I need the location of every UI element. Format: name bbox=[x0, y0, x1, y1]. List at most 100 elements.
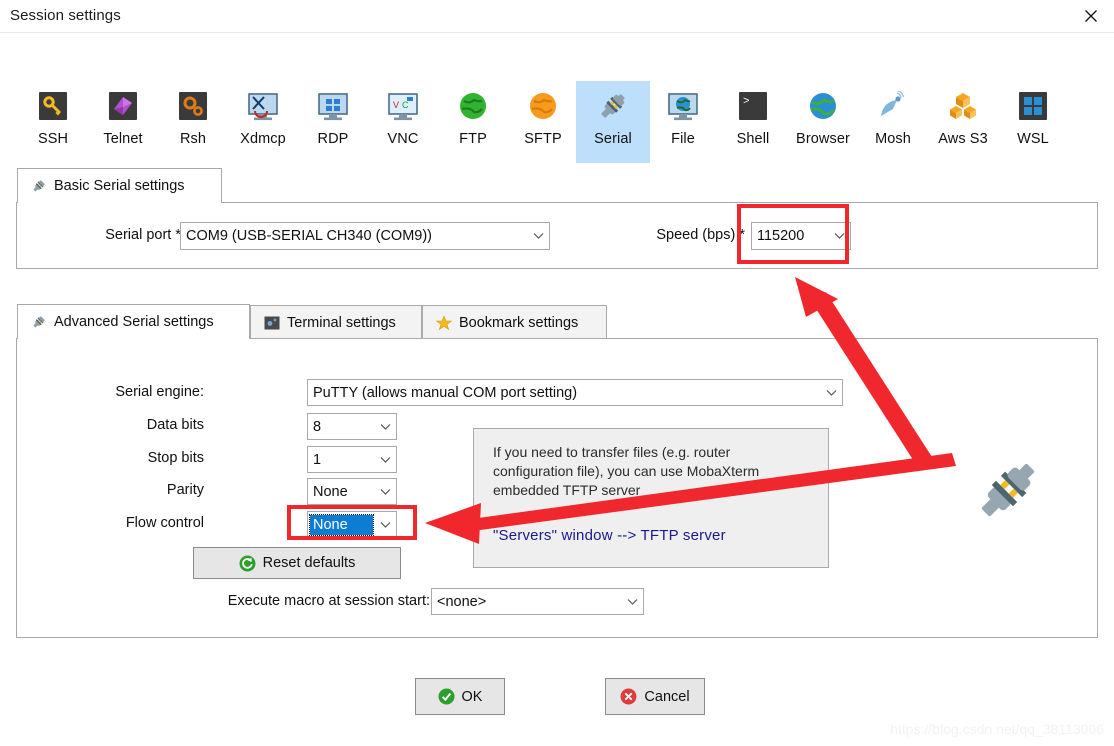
close-glyph bbox=[1085, 10, 1097, 22]
vnc-monitor-icon: V C bbox=[387, 90, 419, 122]
tftp-info-link: "Servers" window --> TFTP server bbox=[493, 527, 726, 544]
session-type-mosh[interactable]: Mosh bbox=[856, 81, 930, 163]
session-type-browser[interactable]: Browser bbox=[786, 81, 860, 163]
reset-defaults-button[interactable]: Reset defaults bbox=[193, 547, 401, 579]
window-title: Session settings bbox=[10, 7, 121, 24]
green-globe-icon bbox=[457, 90, 489, 122]
large-serial-plug-icon bbox=[981, 463, 1035, 517]
session-type-label: Telnet bbox=[103, 131, 143, 147]
title-bar: Session settings bbox=[0, 0, 1114, 33]
tftp-info-text: If you need to transfer files (e.g. rout… bbox=[493, 444, 760, 498]
data-bits-select[interactable]: 8 bbox=[307, 413, 397, 440]
session-type-aws-s3[interactable]: Aws S3 bbox=[926, 81, 1000, 163]
orange-globe-icon bbox=[527, 90, 559, 122]
session-type-label: WSL bbox=[1017, 131, 1049, 147]
serial-engine-select[interactable]: PuTTY (allows manual COM port setting) bbox=[307, 379, 843, 406]
basic-serial-settings-panel: Serial port * COM9 (USB-SERIAL CH340 (CO… bbox=[16, 202, 1098, 269]
chevron-down-icon bbox=[820, 380, 842, 405]
session-type-label: Rsh bbox=[179, 131, 207, 147]
speed-field-highlight bbox=[737, 204, 849, 264]
session-type-ssh[interactable]: SSH bbox=[16, 81, 90, 163]
reset-defaults-label: Reset defaults bbox=[262, 555, 356, 571]
svg-text:>: > bbox=[743, 96, 750, 108]
session-type-label: Aws S3 bbox=[938, 131, 988, 147]
session-type-label: VNC bbox=[387, 131, 419, 147]
serial-engine-value: PuTTY (allows manual COM port setting) bbox=[313, 384, 578, 401]
terminal-icon bbox=[264, 315, 280, 331]
chevron-down-icon bbox=[374, 479, 396, 504]
tab-label: Terminal settings bbox=[287, 314, 396, 331]
flow-control-highlight bbox=[287, 505, 417, 540]
cancel-button[interactable]: Cancel bbox=[605, 678, 705, 715]
cancel-label: Cancel bbox=[644, 688, 690, 705]
tab-label: Advanced Serial settings bbox=[54, 314, 214, 330]
stop-bits-value: 1 bbox=[313, 451, 322, 468]
speed-label: Speed (bps) * bbox=[656, 227, 745, 243]
parity-value: None bbox=[313, 483, 348, 500]
tftp-info-box: If you need to transfer files (e.g. rout… bbox=[473, 428, 829, 568]
tab-label: Basic Serial settings bbox=[54, 178, 185, 194]
session-type-telnet[interactable]: Telnet bbox=[86, 81, 160, 163]
tab-advanced-serial-settings[interactable]: Advanced Serial settings bbox=[17, 304, 250, 339]
svg-text:C: C bbox=[402, 100, 409, 110]
shell-prompt-icon: > bbox=[737, 90, 769, 122]
data-bits-label: Data bits bbox=[146, 417, 204, 433]
browser-globe-icon bbox=[807, 90, 839, 122]
session-type-label: RDP bbox=[317, 131, 349, 147]
session-type-label: Serial bbox=[594, 131, 632, 147]
tab-basic-serial-settings[interactable]: Basic Serial settings bbox=[17, 168, 222, 203]
session-type-label: SSH bbox=[37, 131, 69, 147]
session-type-vnc[interactable]: V C VNC bbox=[366, 81, 440, 163]
xdmcp-monitor-icon bbox=[247, 90, 279, 122]
session-type-xdmcp[interactable]: Xdmcp bbox=[226, 81, 300, 163]
stop-bits-label: Stop bits bbox=[147, 450, 204, 466]
ok-button[interactable]: OK bbox=[415, 678, 505, 715]
session-type-toolbar: SSH Telnet Rsh Xdmcp RDP V C VNC FTP SFT… bbox=[0, 33, 1114, 163]
ok-label: OK bbox=[461, 688, 483, 705]
satellite-dish-icon bbox=[877, 90, 909, 122]
serial-engine-label: Serial engine: bbox=[115, 384, 204, 400]
advanced-serial-settings-panel: Serial engine: PuTTY (allows manual COM … bbox=[16, 338, 1098, 638]
parity-select[interactable]: None bbox=[307, 478, 397, 505]
watermark: https://blog.csdn.net/qq_38113006 bbox=[890, 721, 1104, 737]
session-type-label: SFTP bbox=[524, 131, 562, 147]
session-type-sftp[interactable]: SFTP bbox=[506, 81, 580, 163]
stop-bits-select[interactable]: 1 bbox=[307, 446, 397, 473]
macro-label: Execute macro at session start: bbox=[227, 593, 430, 609]
svg-text:V: V bbox=[393, 100, 399, 110]
session-type-serial[interactable]: Serial bbox=[576, 81, 650, 163]
session-type-ftp[interactable]: FTP bbox=[436, 81, 510, 163]
reset-circle-icon bbox=[239, 555, 256, 572]
aws-cubes-icon bbox=[947, 90, 979, 122]
close-icon[interactable] bbox=[1068, 0, 1114, 32]
serial-plug-icon bbox=[31, 178, 47, 194]
macro-value: <none> bbox=[437, 593, 487, 610]
gears-icon bbox=[177, 90, 209, 122]
session-type-label: Browser bbox=[796, 131, 850, 147]
session-type-wsl[interactable]: WSL bbox=[996, 81, 1070, 163]
tab-terminal-settings[interactable]: Terminal settings bbox=[250, 305, 422, 339]
chevron-down-icon bbox=[374, 447, 396, 472]
flow-control-label: Flow control bbox=[125, 515, 204, 531]
chevron-down-icon bbox=[527, 223, 549, 249]
windows-icon bbox=[1017, 90, 1049, 122]
x-circle-icon bbox=[620, 688, 637, 705]
chevron-down-icon bbox=[374, 414, 396, 439]
session-type-rsh[interactable]: Rsh bbox=[156, 81, 230, 163]
serial-port-label: Serial port * bbox=[105, 227, 181, 243]
serial-plug-icon bbox=[31, 314, 47, 330]
macro-select[interactable]: <none> bbox=[431, 588, 644, 615]
session-type-label: Mosh bbox=[875, 131, 911, 147]
session-type-file[interactable]: File bbox=[646, 81, 720, 163]
file-monitor-icon bbox=[667, 90, 699, 122]
tab-bookmark-settings[interactable]: Bookmark settings bbox=[422, 305, 607, 339]
serial-plug-icon bbox=[597, 90, 629, 122]
rdp-monitor-icon bbox=[317, 90, 349, 122]
serial-port-select[interactable]: COM9 (USB-SERIAL CH340 (COM9)) bbox=[180, 222, 550, 250]
session-type-label: Shell bbox=[736, 131, 770, 147]
parity-label: Parity bbox=[166, 482, 204, 498]
session-type-shell[interactable]: > Shell bbox=[716, 81, 790, 163]
session-type-rdp[interactable]: RDP bbox=[296, 81, 370, 163]
session-type-label: Xdmcp bbox=[240, 131, 286, 147]
check-circle-icon bbox=[438, 688, 455, 705]
